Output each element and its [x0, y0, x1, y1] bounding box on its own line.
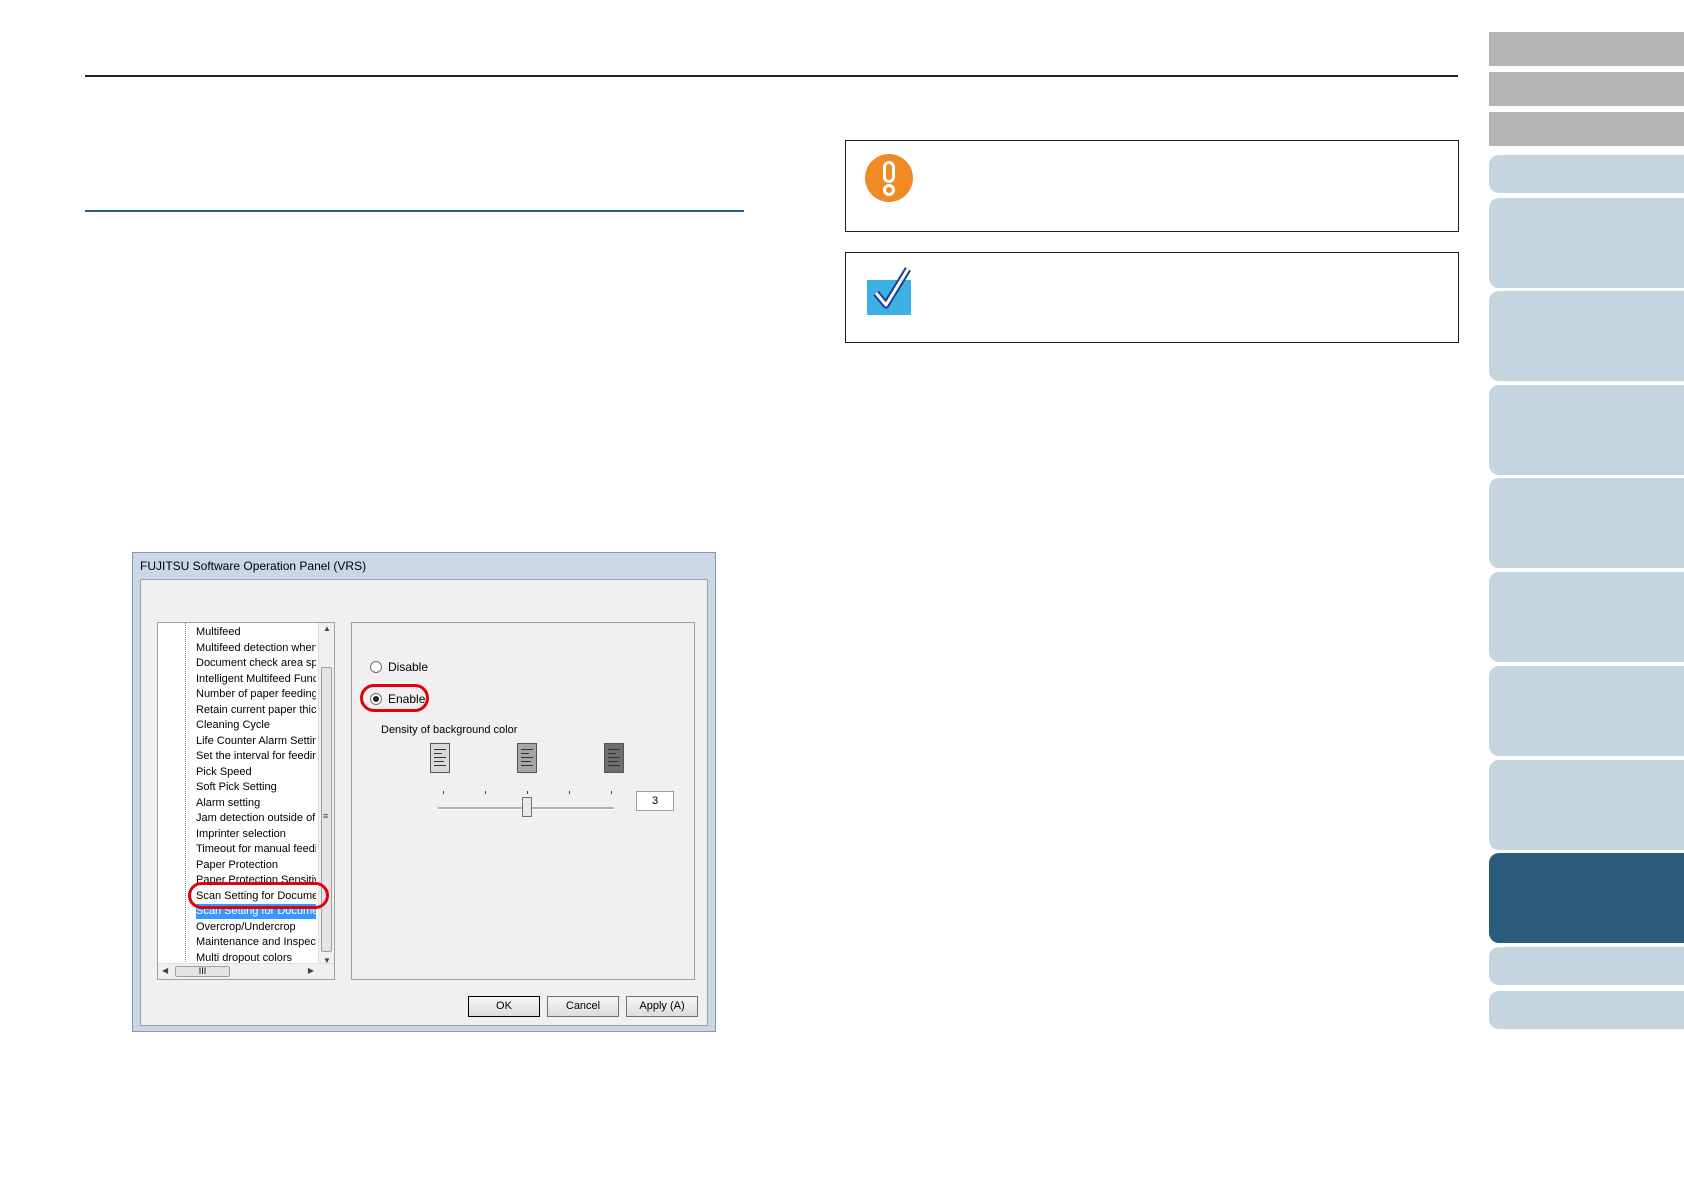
nav-tab[interactable] — [1489, 32, 1684, 66]
settings-tree[interactable]: Multifeed Multifeed detection when s Docum… — [157, 622, 335, 980]
scroll-up-icon[interactable]: ▲ — [323, 624, 331, 633]
section-title-rule — [85, 210, 744, 212]
dialog-client-area: Multifeed Multifeed detection when s Docum… — [140, 579, 708, 1026]
nav-tab[interactable] — [1489, 572, 1684, 662]
nav-tab[interactable] — [1489, 112, 1684, 146]
nav-tab[interactable] — [1489, 991, 1684, 1029]
dark-density-icon — [604, 743, 624, 773]
disable-option[interactable]: Disable — [370, 660, 428, 674]
tree-item[interactable]: Maintenance and Inspectio — [196, 935, 316, 950]
tree-item[interactable]: Jam detection outside of sc — [196, 811, 316, 826]
exclamation-icon — [864, 153, 914, 208]
slider-tick — [527, 791, 528, 794]
tree-item[interactable]: Soft Pick Setting — [196, 780, 316, 795]
tree-horizontal-scrollbar[interactable]: ◀ III ▶ — [158, 963, 334, 979]
hint-note — [845, 252, 1459, 343]
nav-tab[interactable] — [1489, 385, 1684, 475]
density-value: 3 — [636, 791, 674, 811]
cancel-button[interactable]: Cancel — [547, 996, 619, 1017]
vertical-scroll-thumb[interactable] — [321, 667, 332, 952]
enable-highlight — [360, 684, 429, 712]
tree-item[interactable]: Pick Speed — [196, 765, 316, 780]
horizontal-scroll-thumb[interactable]: III — [175, 966, 230, 977]
nav-tab[interactable] — [1489, 853, 1684, 943]
slider-tick — [611, 791, 612, 794]
tree-item[interactable]: Timeout for manual feeding — [196, 842, 316, 857]
slider-tick — [569, 791, 570, 794]
nav-tab[interactable] — [1489, 478, 1684, 568]
dialog-title: FUJITSU Software Operation Panel (VRS) — [140, 559, 367, 573]
slider-tick — [485, 791, 486, 794]
tree-item[interactable]: Intelligent Multifeed Functio — [196, 672, 316, 687]
tree-vertical-scrollbar[interactable]: ▲ ≡ ▼ — [318, 623, 334, 966]
nav-tab[interactable] — [1489, 72, 1684, 106]
ok-button[interactable]: OK — [468, 996, 540, 1017]
tree-item[interactable]: Set the interval for feeding — [196, 749, 316, 764]
tree-item[interactable]: Retain current paper thickn — [196, 703, 316, 718]
tree-item[interactable]: Document check area spe — [196, 656, 316, 671]
nav-tab[interactable] — [1489, 666, 1684, 756]
important-note — [845, 140, 1459, 232]
medium-density-icon — [517, 743, 537, 773]
density-slider-thumb[interactable] — [522, 797, 532, 817]
nav-tab[interactable] — [1489, 155, 1684, 193]
light-density-icon — [430, 743, 450, 773]
nav-tab[interactable] — [1489, 947, 1684, 985]
tree-connector — [185, 623, 186, 968]
nav-tab[interactable] — [1489, 198, 1684, 288]
header-rule — [85, 75, 1458, 77]
operation-panel-dialog: FUJITSU Software Operation Panel (VRS) M… — [132, 552, 716, 1032]
slider-tick — [443, 791, 444, 794]
selected-item-highlight — [188, 882, 329, 909]
scroll-right-icon[interactable]: ▶ — [308, 966, 314, 975]
tree-item[interactable]: Imprinter selection — [196, 827, 316, 842]
tree-item[interactable]: Number of paper feeding re — [196, 687, 316, 702]
scroll-grip-icon: ≡ — [323, 811, 329, 821]
tree-item[interactable]: Multifeed detection when s — [196, 641, 316, 656]
nav-tab[interactable] — [1489, 291, 1684, 381]
disable-label: Disable — [388, 660, 429, 674]
checkmark-icon — [864, 265, 914, 322]
tree-item[interactable]: Cleaning Cycle — [196, 718, 316, 733]
tree-item[interactable]: Life Counter Alarm Setting — [196, 734, 316, 749]
tree-item[interactable]: Paper Protection — [196, 858, 316, 873]
settings-panel: Disable Enable Density of background col… — [351, 622, 695, 980]
tree-item[interactable]: Alarm setting — [196, 796, 316, 811]
scroll-left-icon[interactable]: ◀ — [162, 966, 168, 975]
density-label: Density of background color — [381, 724, 518, 736]
disable-radio[interactable] — [370, 661, 382, 673]
tree-item[interactable]: Multifeed — [196, 625, 316, 640]
apply-button[interactable]: Apply (A) — [626, 996, 698, 1017]
tree-item[interactable]: Overcrop/Undercrop — [196, 920, 316, 935]
nav-tab[interactable] — [1489, 760, 1684, 850]
